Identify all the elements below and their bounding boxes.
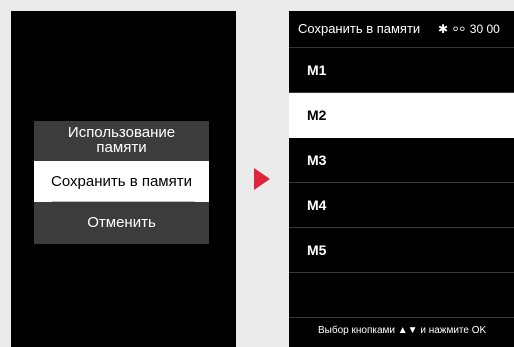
bluetooth-icon: ✱ (438, 22, 449, 36)
arrow-right-icon (254, 168, 270, 190)
status-value: 30 00 (469, 22, 500, 36)
header-title: Сохранить в памяти (298, 21, 421, 36)
instruction-footer: Выбор кнопками ▲▼ и нажмите OK (318, 325, 487, 336)
save-to-memory-label: Сохранить в памяти (51, 173, 192, 190)
memory-slot-m2[interactable]: M2 (289, 93, 514, 138)
memory-popup: Использование памяти Сохранить в памяти … (34, 121, 209, 244)
memory-slot-label: M2 (307, 107, 327, 123)
right-device-screen: Сохранить в памяти ✱ ⸰⸰ 30 00 M1 M2 M3 M4 … (289, 11, 514, 347)
memory-slot-label: M1 (307, 62, 327, 78)
option-divider (52, 201, 195, 202)
memory-slot-label: M3 (307, 152, 327, 168)
save-to-memory-option[interactable]: Сохранить в памяти (34, 161, 209, 202)
screen-header: Сохранить в памяти ✱ ⸰⸰ 30 00 (289, 11, 514, 48)
cancel-option[interactable]: Отменить (34, 202, 209, 244)
popup-title-line1: Использование (67, 124, 176, 141)
popup-title: Использование памяти (34, 121, 209, 161)
signal-icon: ⸰⸰ (452, 22, 466, 36)
memory-slot-label: M4 (307, 197, 327, 213)
status-bar: ✱ ⸰⸰ 30 00 (438, 11, 504, 47)
empty-row (289, 273, 514, 318)
memory-slot-label: M5 (307, 242, 327, 258)
popup-title-line2: памяти (96, 139, 147, 156)
left-device-screen: Использование памяти Сохранить в памяти … (11, 11, 236, 347)
memory-slot-m1[interactable]: M1 (289, 48, 514, 93)
memory-slot-m5[interactable]: M5 (289, 228, 514, 273)
memory-slot-m3[interactable]: M3 (289, 138, 514, 183)
cancel-label: Отменить (87, 214, 156, 231)
memory-slot-m4[interactable]: M4 (289, 183, 514, 228)
